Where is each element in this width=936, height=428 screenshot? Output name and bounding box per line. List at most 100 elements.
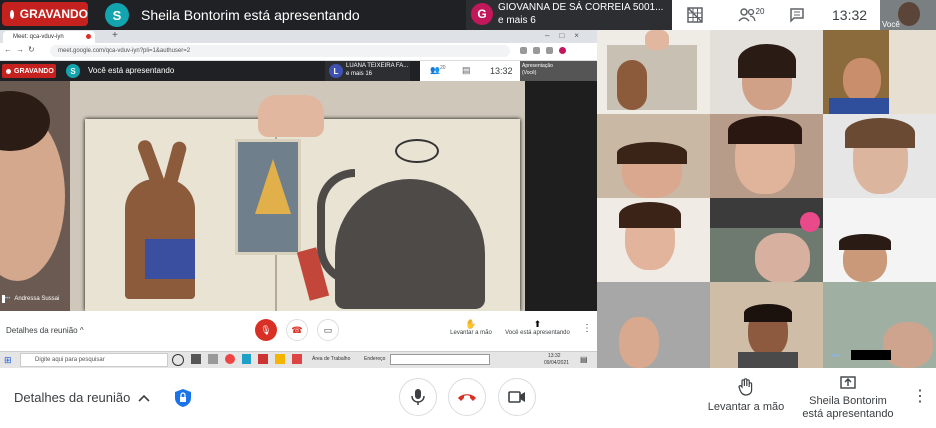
camera-button[interactable] [498, 378, 536, 416]
inner-top-right: 👥20 ▤ 13:32 [420, 61, 520, 81]
address-bar[interactable]: meet.google.com/qca-vduv-iyn?pli=1&authu… [50, 45, 510, 57]
new-tab-icon[interactable]: + [112, 30, 118, 41]
camera-icon: ▭ [323, 324, 333, 335]
participant-tile[interactable] [710, 114, 823, 198]
name-redaction [851, 350, 891, 360]
audio-indicator-icon: ••• [831, 351, 840, 360]
browser-extensions [520, 47, 590, 55]
speaker-name: Andressa Sussai [14, 296, 60, 302]
browser-tab[interactable]: Meet: qca-vduv-iyn [3, 31, 95, 43]
inner-more-icon[interactable]: ⋮ [582, 323, 592, 334]
camera-icon [508, 391, 525, 403]
participant-tile[interactable] [823, 198, 936, 282]
chevron-up-icon: ^ [79, 326, 84, 335]
inner-participant-name: LUANA TEIXEIRA FA... [346, 63, 409, 69]
top-right-controls: 20 13:32 Você [672, 0, 936, 30]
taskbar-app-icon[interactable] [292, 354, 302, 364]
taskbar-search[interactable]: Digite aqui para pesquisar [20, 353, 168, 367]
address-url: meet.google.com/qca-vduv-iyn?pli=1&authu… [58, 48, 191, 54]
windows-start-icon[interactable]: ⊞ [4, 355, 12, 366]
hangup-icon: ☎ [291, 324, 303, 335]
pin-icon[interactable] [2, 295, 5, 303]
participant-tile[interactable] [597, 198, 710, 282]
recording-badge: GRAVANDO [2, 2, 88, 26]
hand-holding-book [258, 95, 324, 137]
mic-button[interactable] [399, 378, 437, 416]
inner-camera-button[interactable]: ▭ [317, 319, 339, 341]
inner-presenter-avatar: S [66, 64, 80, 78]
taskbar-apps [172, 354, 302, 366]
participant-tile[interactable] [823, 30, 936, 114]
participant-avatar: G [471, 3, 493, 25]
taskbar-date: 09/04/2021 [544, 360, 570, 366]
more-options-icon[interactable]: ⋮ [912, 386, 928, 406]
presenter-status: Sheila Bontorim está apresentando [141, 7, 360, 23]
participant-tile[interactable] [597, 282, 710, 368]
hangup-button[interactable] [448, 378, 486, 416]
record-dot-icon [10, 9, 14, 19]
inner-participant-more: e mais 16 [346, 71, 373, 77]
inner-hangup-button[interactable]: ☎ [286, 319, 308, 341]
people-button[interactable]: 20 [734, 5, 768, 25]
participant-tile[interactable]: ••• [823, 282, 936, 368]
inner-raise-hand-label: Levantar a mão [450, 330, 492, 336]
inner-raise-hand[interactable]: ✋ Levantar a mão [446, 319, 496, 336]
inner-participant-banner[interactable]: L LUANA TEIXEIRA FA... e mais 16 [325, 61, 410, 81]
inner-people-icon[interactable]: 👥20 [430, 65, 446, 75]
presenting-indicator[interactable]: Sheila Bontorim está apresentando [800, 376, 896, 421]
shared-screen: Meet: qca-vduv-iyn + –□× ←→↻ meet.google… [0, 30, 597, 369]
browser-tab-strip: Meet: qca-vduv-iyn + –□× [0, 30, 597, 43]
presenter-line2: está apresentando [802, 408, 894, 420]
speaker-label: ••• Andressa Sussai [4, 296, 59, 302]
task-view-icon[interactable] [190, 354, 201, 364]
present-screen-icon: ⬆ [533, 319, 542, 329]
folder-icon[interactable] [275, 354, 286, 364]
notification-icon[interactable]: ▤ [580, 355, 588, 364]
browser-toolbar: ←→↻ meet.google.com/qca-vduv-iyn?pli=1&a… [0, 43, 597, 61]
grid-layout-icon[interactable] [684, 5, 706, 25]
people-count: 20 [755, 6, 765, 16]
main-video: ••• Andressa Sussai [0, 81, 597, 311]
inner-mic-button[interactable]: 🎙 [255, 319, 277, 341]
taskbar-address-label: Endereço [364, 356, 386, 362]
inner-meeting-details-label: Detalhes da reunião [6, 326, 78, 335]
picture-book [85, 119, 520, 311]
self-view-thumbnail[interactable]: Você [880, 0, 936, 30]
elephant-figure [335, 179, 485, 309]
raise-hand-button[interactable]: Levantar a mão [706, 378, 786, 413]
hand-icon: ✋ [465, 319, 477, 329]
recording-tab-icon [86, 34, 91, 39]
inner-top-bar: GRAVANDO S Você está apresentando L LUAN… [0, 61, 597, 81]
participant-tile[interactable] [710, 198, 823, 282]
taskbar-app-icon[interactable] [241, 354, 252, 364]
participant-tile[interactable] [597, 30, 710, 114]
inner-meeting-details[interactable]: Detalhes da reunião ^ [6, 326, 84, 335]
cortana-icon[interactable] [172, 354, 184, 366]
shield-icon[interactable] [172, 387, 194, 409]
inner-chat-icon[interactable]: ▤ [462, 65, 471, 76]
participant-tile[interactable] [710, 282, 823, 368]
meeting-details-label: Detalhes da reunião [14, 390, 131, 405]
self-label: Você [882, 20, 900, 29]
taskbar-app-icon[interactable] [207, 354, 218, 364]
participant-tile[interactable] [597, 114, 710, 198]
inner-presenting[interactable]: ⬆ Você está apresentando [500, 319, 575, 336]
inner-presentation-label: Apresentação (Você) [522, 63, 553, 76]
participant-tile[interactable] [710, 30, 823, 114]
clock: 13:32 [832, 7, 868, 23]
participant-banner[interactable]: G GIOVANNA DE SÁ CORREIA 5001... e mais … [466, 0, 672, 30]
participant-name: GIOVANNA DE SÁ CORREIA 5001... [498, 2, 664, 13]
meeting-details-button[interactable]: Detalhes da reunião [14, 390, 150, 405]
taskbar-desktop[interactable]: Área de Trabalho [312, 356, 350, 362]
mic-off-icon: 🎙 [260, 324, 272, 335]
inner-recording-label: GRAVANDO [14, 67, 54, 75]
raise-hand-label: Levantar a mão [707, 401, 785, 413]
taskbar-address-field[interactable] [390, 354, 490, 365]
inner-presentation-thumb[interactable]: Apresentação (Você) [520, 61, 597, 81]
nav-arrows-icon[interactable]: ←→↻ [4, 45, 39, 54]
taskbar-app-icon[interactable] [258, 354, 269, 364]
chrome-icon[interactable] [224, 354, 235, 364]
chat-icon[interactable] [786, 5, 808, 25]
window-controls-icon[interactable]: –□× [545, 31, 589, 40]
participant-tile[interactable] [823, 114, 936, 198]
